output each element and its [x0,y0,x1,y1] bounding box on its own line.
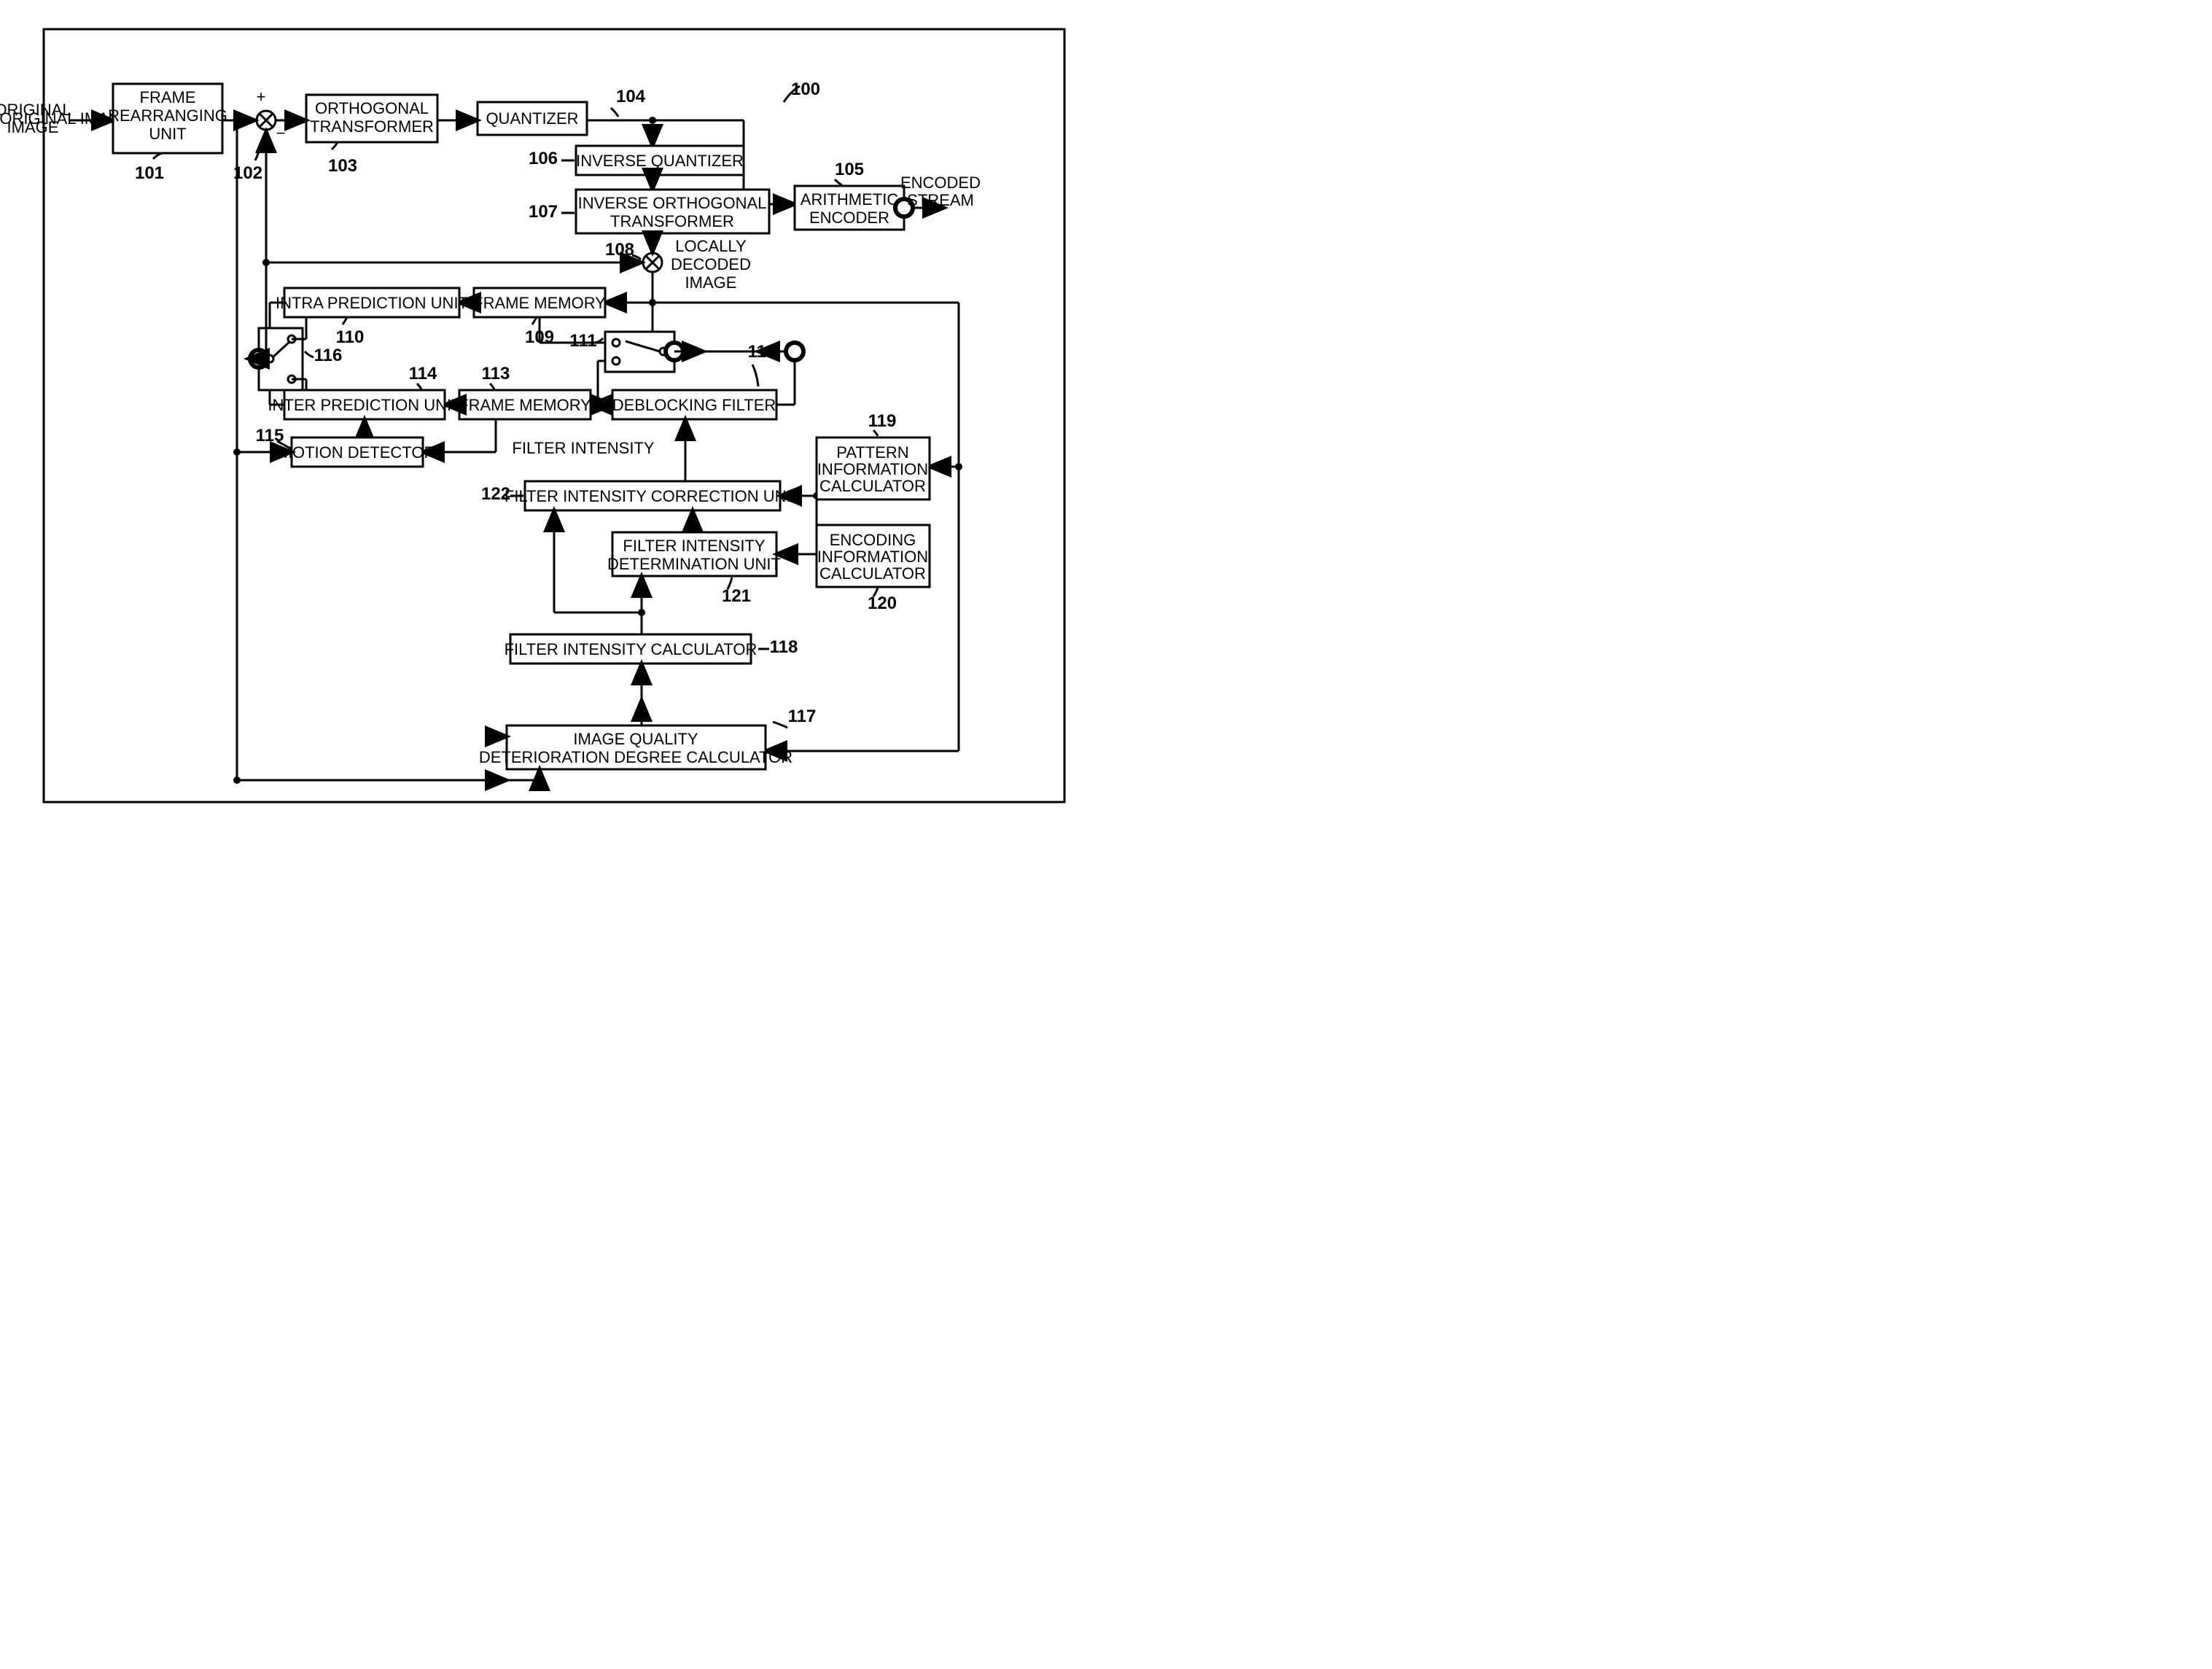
svg-text:FRAME MEMORY: FRAME MEMORY [473,294,606,312]
svg-text:113: 113 [482,364,510,384]
svg-text:STREAM: STREAM [907,191,974,209]
io-in1: ORIGINAL [0,101,71,119]
svg-text:101: 101 [135,163,164,183]
svg-text:REARRANGING: REARRANGING [108,106,227,125]
svg-text:120: 120 [868,594,897,613]
svg-text:PATTERN: PATTERN [836,443,908,462]
svg-text:INVERSE QUANTIZER: INVERSE QUANTIZER [576,152,744,170]
svg-text:117: 117 [788,707,817,726]
svg-text:DETERIORATION DEGREE CALCULATO: DETERIORATION DEGREE CALCULATOR [479,748,792,766]
svg-text:CALCULATOR: CALCULATOR [819,564,926,583]
svg-text:FILTER INTENSITY: FILTER INTENSITY [512,439,654,457]
svg-text:DEBLOCKING FILTER: DEBLOCKING FILTER [612,396,776,414]
svg-text:ENCODING: ENCODING [830,531,916,549]
svg-text:ORTHOGONAL: ORTHOGONAL [315,99,429,117]
svg-text:105: 105 [835,160,864,179]
svg-text:107: 107 [529,202,558,222]
svg-text:TRANSFORMER: TRANSFORMER [310,117,434,136]
svg-text:FILTER INTENSITY: FILTER INTENSITY [623,537,765,555]
svg-text:+: + [257,87,266,106]
svg-text:FILTER INTENSITY CALCULATOR: FILTER INTENSITY CALCULATOR [505,640,758,658]
svg-text:116: 116 [314,346,343,365]
svg-text:MOTION DETECTOR: MOTION DETECTOR [279,443,436,462]
svg-text:INFORMATION: INFORMATION [817,548,928,566]
svg-text:108: 108 [605,240,634,260]
svg-text:111: 111 [569,331,596,351]
svg-text:121: 121 [722,586,751,606]
svg-text:FRAME: FRAME [140,88,196,106]
svg-text:ENCODED: ENCODED [900,174,981,192]
svg-text:INVERSE ORTHOGONAL: INVERSE ORTHOGONAL [578,194,767,212]
svg-text:FRAME MEMORY: FRAME MEMORY [459,396,591,414]
svg-text:IMAGE: IMAGE [685,273,737,292]
svg-text:DECODED: DECODED [671,255,751,273]
svg-text:INFORMATION: INFORMATION [817,460,928,478]
svg-text:114: 114 [409,364,437,384]
block-diagram: 100 ORIGINAL IMAGE ORIGINAL IMAGE FRAME … [0,0,1106,835]
svg-text:119: 119 [868,411,897,431]
io-in2: IMAGE [7,118,59,136]
svg-text:118: 118 [770,637,798,657]
svg-text:UNIT: UNIT [149,125,186,143]
svg-text:CALCULATOR: CALCULATOR [819,477,926,495]
svg-text:INTER PREDICTION UNIT: INTER PREDICTION UNIT [268,396,461,414]
svg-text:106: 106 [529,149,558,168]
svg-text:122: 122 [481,484,510,504]
svg-text:DETERMINATION UNIT: DETERMINATION UNIT [607,555,781,573]
svg-text:110: 110 [336,327,365,347]
svg-text:QUANTIZER: QUANTIZER [486,109,578,128]
svg-text:104: 104 [616,87,646,106]
svg-text:LOCALLY: LOCALLY [675,237,747,255]
svg-text:ENCODER: ENCODER [809,209,889,227]
svg-text:−: − [276,124,286,142]
svg-text:IMAGE QUALITY: IMAGE QUALITY [573,730,698,748]
svg-text:INTRA PREDICTION UNIT: INTRA PREDICTION UNIT [276,294,468,312]
svg-text:103: 103 [328,156,357,176]
svg-text:TRANSFORMER: TRANSFORMER [610,212,734,230]
svg-text:FILTER INTENSITY CORRECTION UN: FILTER INTENSITY CORRECTION UNIT [505,487,801,505]
svg-text:ARITHMETIC: ARITHMETIC [801,190,899,209]
